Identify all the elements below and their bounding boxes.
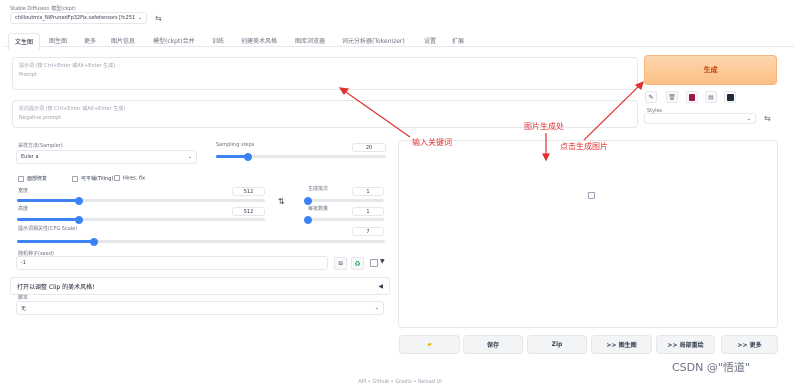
- arrow-to-generate: [583, 83, 642, 141]
- annotation-image-area: 图片生成处: [524, 122, 564, 131]
- annotation-click-generate: 点击生成图片: [560, 142, 608, 151]
- arrow-to-prompt: [342, 89, 411, 138]
- annotation-input-keywords: 输入关键词: [412, 138, 452, 147]
- annotation-arrows: [338, 80, 644, 162]
- arrowhead-gallery: [542, 153, 550, 162]
